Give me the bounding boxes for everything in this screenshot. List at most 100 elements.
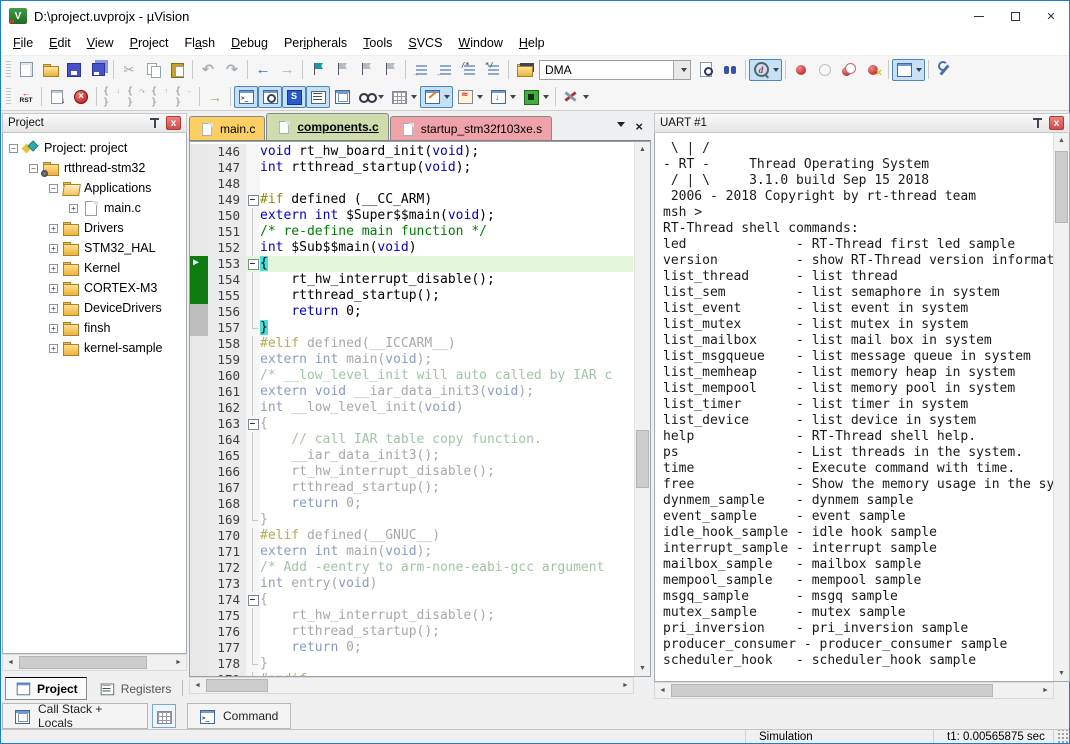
caret-down-icon[interactable] xyxy=(477,95,483,102)
uncomment-button[interactable] xyxy=(481,59,505,81)
code-line[interactable]: 152int $Sub$$main(void) xyxy=(190,240,633,256)
code-line[interactable]: 159extern int main(void); xyxy=(190,352,633,368)
kill-breakpoints-button[interactable] xyxy=(861,59,885,81)
next-bookmark-button[interactable] xyxy=(354,59,378,81)
expand-icon[interactable]: + xyxy=(49,264,58,273)
command-tab[interactable]: Command xyxy=(187,703,291,729)
collapse-icon[interactable]: − xyxy=(9,144,18,153)
project-tree-hscrollbar[interactable]: ◄ ► xyxy=(2,654,187,671)
incremental-find-button[interactable] xyxy=(718,59,742,81)
scroll-thumb[interactable] xyxy=(19,656,147,669)
comment-button[interactable] xyxy=(457,59,481,81)
prev-bookmark-button[interactable] xyxy=(330,59,354,81)
scroll-thumb[interactable] xyxy=(671,684,993,697)
navigate-forward-button[interactable] xyxy=(275,59,299,81)
expand-icon[interactable]: + xyxy=(49,304,58,313)
save-all-button[interactable] xyxy=(86,59,110,81)
scroll-thumb[interactable] xyxy=(636,430,649,488)
code-line[interactable]: 175 rt_hw_interrupt_disable(); xyxy=(190,608,633,624)
copy-button[interactable] xyxy=(141,59,165,81)
registers-window-button[interactable] xyxy=(306,86,330,108)
code-line[interactable]: 173int entry(void) xyxy=(190,576,633,592)
caret-down-icon[interactable] xyxy=(916,68,922,75)
expand-icon[interactable]: + xyxy=(49,344,58,353)
show-next-statement-button[interactable] xyxy=(203,86,227,108)
find-in-files-dialog-button[interactable] xyxy=(512,59,536,81)
fold-collapse-icon[interactable] xyxy=(246,416,260,432)
minimize-button[interactable] xyxy=(961,1,997,31)
code-line[interactable]: 164 // call IAR table copy function. xyxy=(190,432,633,448)
menu-item-tools[interactable]: Tools xyxy=(355,33,400,53)
enable-disable-breakpoints-button[interactable] xyxy=(837,59,861,81)
call-stack-window-button[interactable] xyxy=(330,86,354,108)
scroll-right-icon[interactable]: ► xyxy=(618,678,633,693)
caret-down-icon[interactable] xyxy=(773,68,779,75)
analysis-windows-button[interactable] xyxy=(453,86,486,108)
menu-item-view[interactable]: View xyxy=(79,33,122,53)
symbols-window-button[interactable] xyxy=(282,86,306,108)
system-viewer-button[interactable] xyxy=(519,86,552,108)
uart-window[interactable]: \ | /- RT - Thread Operating System / | … xyxy=(654,133,1070,682)
collapse-icon[interactable]: − xyxy=(49,184,58,193)
editor-tab-main-c[interactable]: main.c xyxy=(189,116,265,140)
tree-item-kernel[interactable]: +Kernel xyxy=(49,259,120,277)
caret-down-icon[interactable] xyxy=(411,95,417,102)
cut-button[interactable] xyxy=(117,59,141,81)
editor-vscrollbar[interactable]: ▲ ▼ xyxy=(634,142,650,676)
expand-icon[interactable]: + xyxy=(49,244,58,253)
serial-windows-button[interactable] xyxy=(420,86,453,108)
code-line[interactable]: 165 __iar_data_init3(); xyxy=(190,448,633,464)
menu-item-help[interactable]: Help xyxy=(511,33,553,53)
menu-item-debug[interactable]: Debug xyxy=(223,33,276,53)
collapse-icon[interactable]: − xyxy=(29,164,38,173)
save-button[interactable] xyxy=(62,59,86,81)
menu-item-edit[interactable]: Edit xyxy=(41,33,79,53)
menu-item-svcs[interactable]: SVCS xyxy=(400,33,450,53)
uart-panel-close-button[interactable]: x xyxy=(1049,116,1064,130)
callstack-locals-tab[interactable]: Call Stack + Locals xyxy=(2,703,148,729)
tree-item-devicedrivers[interactable]: +DeviceDrivers xyxy=(49,299,162,317)
command-window-button[interactable] xyxy=(234,86,258,108)
tab-project[interactable]: Project xyxy=(5,677,87,700)
navigate-back-button[interactable] xyxy=(251,59,275,81)
scroll-left-icon[interactable]: ◄ xyxy=(190,678,205,693)
code-line[interactable]: 171extern int main(void); xyxy=(190,544,633,560)
code-line[interactable]: 170#elif defined(__GNUC__) xyxy=(190,528,633,544)
expand-icon[interactable]: + xyxy=(69,204,78,213)
tab-list-chevron-icon[interactable] xyxy=(617,122,625,131)
code-line[interactable]: 161extern void __iar_data_init3(void); xyxy=(190,384,633,400)
run-button[interactable] xyxy=(45,86,69,108)
code-line[interactable]: 169} xyxy=(190,512,633,528)
scroll-up-icon[interactable]: ▲ xyxy=(1054,133,1069,148)
editor-tab-components-c[interactable]: components.c xyxy=(266,113,388,140)
expand-icon[interactable]: + xyxy=(49,224,58,233)
uart-output[interactable]: \ | /- RT - Thread Operating System / | … xyxy=(655,133,1053,681)
tree-item-cortex-m3[interactable]: +CORTEX-M3 xyxy=(49,279,157,297)
uart-hscrollbar[interactable]: ◄ ► xyxy=(654,682,1054,699)
code-editor[interactable]: 146void rt_hw_board_init(void);147int rt… xyxy=(189,141,651,677)
undo-button[interactable] xyxy=(196,59,220,81)
pin-icon[interactable] xyxy=(1033,117,1043,129)
code-line[interactable]: 163{ xyxy=(190,416,633,432)
tree-item-finsh[interactable]: +finsh xyxy=(49,319,110,337)
tab-registers[interactable]: Registers xyxy=(89,677,181,700)
code-line[interactable]: 149#if defined (__CC_ARM) xyxy=(190,192,633,208)
memory-windows-button[interactable] xyxy=(387,86,420,108)
watch-windows-button[interactable] xyxy=(354,86,387,108)
tree-item-rtthread-stm32[interactable]: −rtthread-stm32 xyxy=(29,159,145,177)
tree-item-main-c[interactable]: +main.c xyxy=(69,199,141,217)
expand-icon[interactable]: + xyxy=(49,324,58,333)
scroll-left-icon[interactable]: ◄ xyxy=(3,655,18,670)
caret-down-icon[interactable] xyxy=(444,95,450,102)
tree-item-kernel-sample[interactable]: +kernel-sample xyxy=(49,339,163,357)
fold-collapse-icon[interactable] xyxy=(246,256,260,272)
configure-button[interactable] xyxy=(932,59,956,81)
start-stop-debug-button[interactable] xyxy=(749,59,782,81)
code-line[interactable]: 174{ xyxy=(190,592,633,608)
fold-collapse-icon[interactable] xyxy=(246,192,260,208)
toggle-bookmark-button[interactable] xyxy=(306,59,330,81)
code-line[interactable]: 158#elif defined(__ICCARM__) xyxy=(190,336,633,352)
code-line[interactable]: 167 rtthread_startup(); xyxy=(190,480,633,496)
caret-down-icon[interactable] xyxy=(510,95,516,102)
code-line[interactable]: 172/* Add -eentry to arm-none-eabi-gcc a… xyxy=(190,560,633,576)
